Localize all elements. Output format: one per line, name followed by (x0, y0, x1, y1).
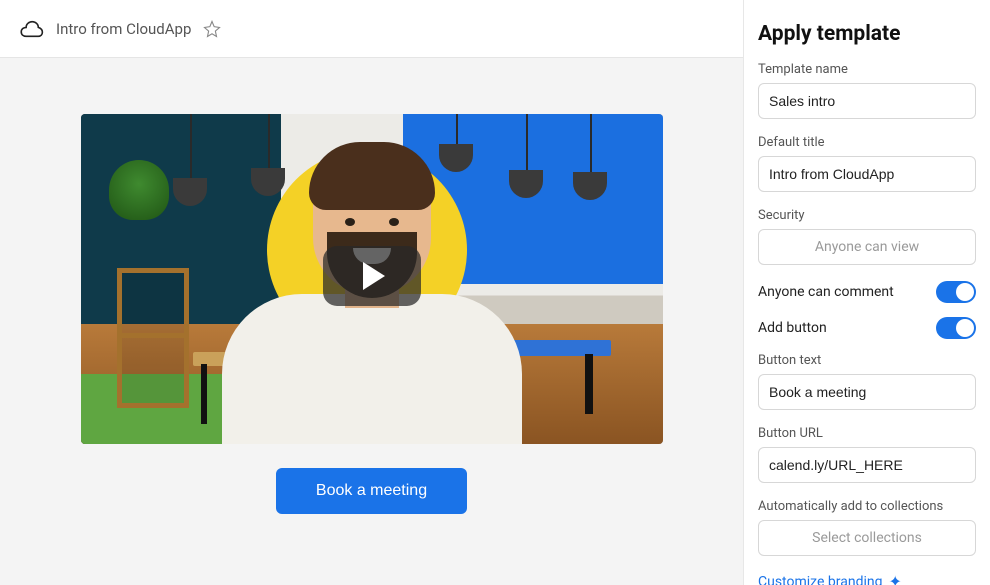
anyone-comment-toggle[interactable] (936, 281, 976, 303)
customize-branding-link[interactable]: Customize branding (758, 574, 882, 585)
template-name-label: Template name (758, 62, 976, 77)
cloudapp-logo-icon (18, 18, 44, 40)
sparkle-icon: ✦ (888, 572, 901, 585)
button-text-input[interactable] (758, 374, 976, 410)
favorite-star-icon[interactable] (203, 20, 221, 38)
play-button[interactable] (323, 246, 421, 306)
default-title-label: Default title (758, 135, 976, 150)
video-preview[interactable] (81, 114, 663, 444)
template-panel: Apply template Template name Default tit… (743, 0, 990, 585)
panel-heading: Apply template (758, 22, 976, 46)
book-meeting-button[interactable]: Book a meeting (276, 468, 467, 514)
page-title: Intro from CloudApp (56, 20, 191, 38)
security-label: Security (758, 208, 976, 223)
button-url-input[interactable] (758, 447, 976, 483)
collections-select[interactable]: Select collections (758, 520, 976, 556)
add-button-toggle[interactable] (936, 317, 976, 339)
main-area: Intro from CloudApp (0, 0, 743, 585)
topbar: Intro from CloudApp (0, 0, 743, 58)
security-select[interactable]: Anyone can view (758, 229, 976, 265)
collections-label: Automatically add to collections (758, 499, 976, 514)
anyone-comment-label: Anyone can comment (758, 284, 894, 300)
add-button-label: Add button (758, 320, 827, 336)
button-text-label: Button text (758, 353, 976, 368)
content-area: Book a meeting (0, 58, 743, 585)
button-url-label: Button URL (758, 426, 976, 441)
template-name-input[interactable] (758, 83, 976, 119)
play-icon (363, 262, 385, 290)
default-title-input[interactable] (758, 156, 976, 192)
